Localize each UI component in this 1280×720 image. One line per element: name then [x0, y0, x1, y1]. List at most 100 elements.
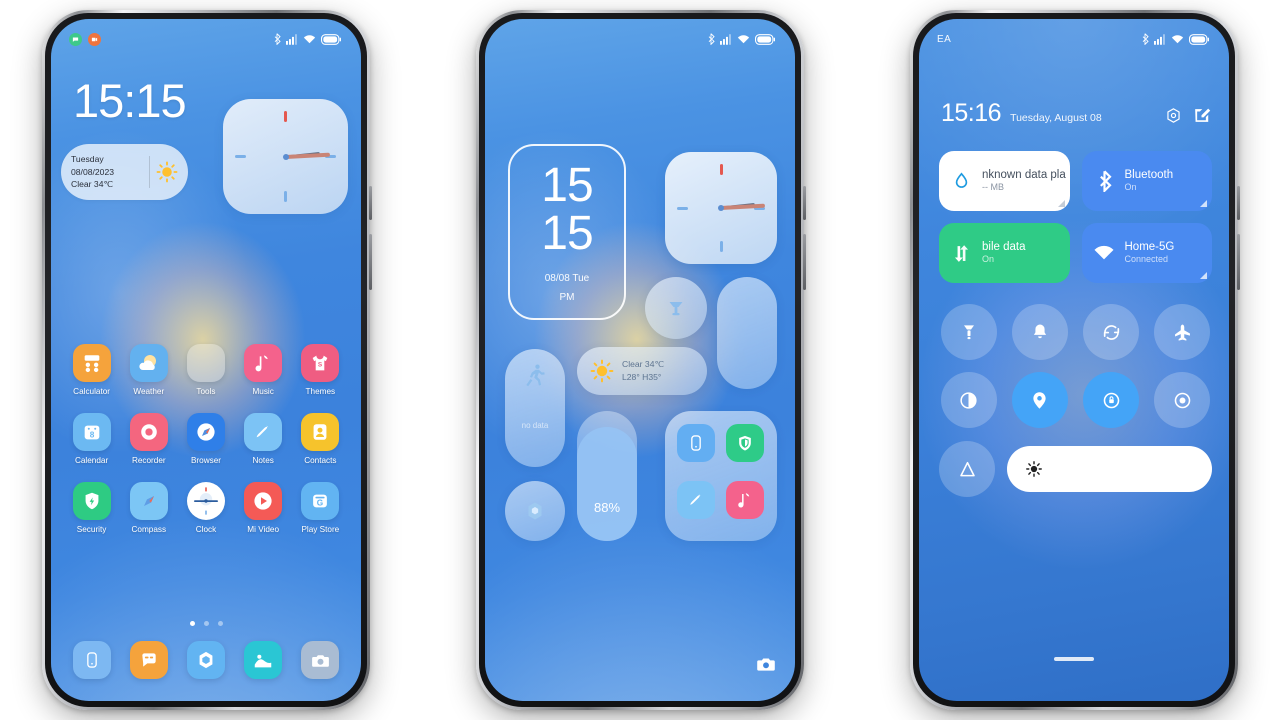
- analog-clock-widget[interactable]: [665, 152, 777, 264]
- tile-subtitle: -- MB: [982, 182, 1004, 193]
- app-compass[interactable]: Compass: [123, 482, 175, 534]
- digital-clock-widget[interactable]: 15 15 08/08 Tue PM: [508, 144, 626, 320]
- app-tools-folder[interactable]: Tools: [180, 344, 232, 396]
- group-music-icon[interactable]: [725, 480, 764, 519]
- settings-icon[interactable]: [1164, 106, 1183, 125]
- app-contacts[interactable]: Contacts: [294, 413, 346, 465]
- analog-clock-widget[interactable]: [223, 99, 348, 214]
- tile-bluetooth[interactable]: Bluetooth On: [1081, 151, 1212, 211]
- weather-widget[interactable]: Tuesday 08/08/2023 Clear 34℃: [61, 144, 188, 200]
- app-notes[interactable]: Notes: [237, 413, 289, 465]
- group-phone-icon[interactable]: [677, 424, 715, 462]
- phone-widget-screen: 15 15 08/08 Tue PM no data Clear 34℃ L28…: [476, 10, 806, 710]
- tile-title: Home-5G: [1124, 240, 1175, 253]
- app-calendar[interactable]: 8 Calendar: [66, 413, 118, 465]
- fitness-widget[interactable]: no data: [505, 349, 565, 467]
- toggle-notifications[interactable]: [1011, 304, 1068, 360]
- battery-widget[interactable]: 88%: [577, 411, 637, 541]
- tile-subtitle: On: [1124, 182, 1137, 193]
- volume-button[interactable]: [369, 186, 372, 220]
- app-music[interactable]: Music: [237, 344, 289, 396]
- tile-wifi[interactable]: Home-5G Connected: [1081, 223, 1212, 283]
- toggle-auto-brightness[interactable]: [939, 441, 995, 497]
- note-icon: [244, 413, 283, 451]
- app-security[interactable]: Security: [66, 482, 118, 534]
- clock-tick-9: [235, 155, 246, 158]
- settings-widget[interactable]: [505, 481, 565, 541]
- home-indicator[interactable]: [1054, 657, 1094, 661]
- app-label: Themes: [305, 387, 336, 396]
- camera-shortcut[interactable]: [755, 653, 777, 675]
- signal-icon: [1154, 33, 1165, 45]
- fitness-status: no data: [521, 421, 549, 430]
- dock: [51, 641, 361, 679]
- clock-date: 08/08 Tue: [544, 273, 590, 285]
- toggle-rotation-lock[interactable]: [1083, 372, 1140, 428]
- status-bar: EA: [919, 19, 1229, 59]
- tile-mobile-data[interactable]: bile data On: [939, 223, 1070, 283]
- divider: [149, 156, 150, 188]
- toggle-dark-mode[interactable]: [940, 372, 997, 428]
- page-dot[interactable]: [203, 621, 209, 626]
- power-button[interactable]: [1237, 234, 1240, 290]
- wifi-icon: [737, 34, 750, 43]
- toggle-location[interactable]: [1011, 372, 1068, 428]
- app-themes[interactable]: S Themes: [294, 344, 346, 396]
- lamp-widget[interactable]: [645, 277, 707, 339]
- power-button[interactable]: [369, 234, 372, 290]
- group-shield-icon[interactable]: [725, 424, 764, 462]
- dock-messages-icon[interactable]: [129, 641, 168, 679]
- app-clock[interactable]: Clock: [180, 482, 232, 534]
- app-play-store[interactable]: G Play Store: [294, 482, 346, 534]
- group-note-icon[interactable]: [677, 480, 715, 519]
- tile-data-plan[interactable]: nknown data pla -- MB: [939, 151, 1070, 211]
- page-indicator[interactable]: [51, 621, 361, 626]
- weather-condition: Clear 34℃: [71, 179, 114, 190]
- edit-icon[interactable]: [1192, 106, 1211, 125]
- battery-icon: [755, 33, 775, 45]
- record-icon: [129, 413, 168, 451]
- bluetooth-icon: [274, 33, 281, 45]
- dock-camera-icon[interactable]: [301, 641, 340, 679]
- weather-condition: Clear 34℃: [622, 359, 665, 370]
- app-row: 8 Calendar Recorder Browser Notes Contac…: [51, 413, 361, 465]
- page-dot-active[interactable]: [189, 621, 195, 626]
- expand-corner-icon[interactable]: [1200, 200, 1207, 207]
- contacts-icon: [301, 413, 340, 451]
- toggle-screen-record[interactable]: [1154, 372, 1211, 428]
- bluetooth-icon: [708, 33, 715, 45]
- empty-pill-widget[interactable]: [717, 277, 777, 389]
- expand-corner-icon[interactable]: [1057, 200, 1065, 207]
- clock-tick-12: [719, 164, 723, 175]
- calendar-icon: 8: [72, 413, 111, 451]
- calculator-icon: [72, 344, 111, 382]
- dock-phone-icon[interactable]: [72, 641, 111, 679]
- folder-icon: [186, 344, 225, 382]
- dock-settings-icon[interactable]: [186, 641, 225, 679]
- app-label: Calendar: [74, 456, 109, 465]
- clock-icon: [186, 482, 225, 520]
- dock-gallery-icon[interactable]: [244, 641, 283, 679]
- volume-button[interactable]: [803, 186, 806, 220]
- app-browser[interactable]: Browser: [180, 413, 232, 465]
- wifi-icon: [303, 34, 316, 43]
- power-button[interactable]: [803, 234, 806, 290]
- brightness-slider[interactable]: [1007, 446, 1212, 492]
- app-mi-video[interactable]: Mi Video: [237, 482, 289, 534]
- volume-button[interactable]: [1237, 186, 1240, 220]
- tile-subtitle: On: [982, 254, 995, 265]
- app-calculator[interactable]: Calculator: [66, 344, 118, 396]
- weather-widget[interactable]: Clear 34℃ L28° H35°: [577, 347, 707, 395]
- app-weather[interactable]: Weather: [123, 344, 175, 396]
- clock-minute-hand: [285, 152, 330, 159]
- expand-corner-icon[interactable]: [1200, 272, 1207, 279]
- app-label: Mi Video: [247, 525, 280, 534]
- play-store-icon: G: [301, 482, 340, 520]
- battery-percent: 88%: [593, 500, 621, 515]
- toggle-sync[interactable]: [1083, 304, 1140, 360]
- page-dot[interactable]: [217, 621, 223, 626]
- compass-icon: [186, 413, 225, 451]
- toggle-airplane-mode[interactable]: [1154, 304, 1211, 360]
- app-recorder[interactable]: Recorder: [123, 413, 175, 465]
- toggle-flashlight[interactable]: [940, 304, 997, 360]
